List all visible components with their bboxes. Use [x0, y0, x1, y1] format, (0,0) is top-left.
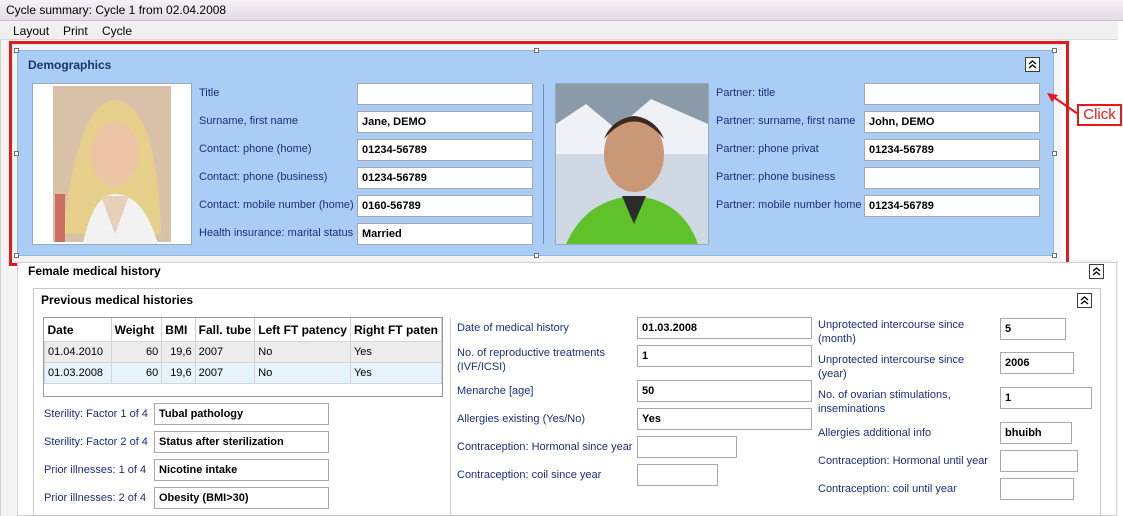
- menarche-field[interactable]: 50: [637, 380, 812, 402]
- col-header-left-ft[interactable]: Left FT patency: [254, 318, 351, 342]
- col-header-right-ft[interactable]: Right FT paten: [350, 318, 442, 342]
- menu-bar: Layout Print Cycle: [0, 21, 1118, 40]
- contraception-coil-until-label: Contraception: coil until year: [818, 483, 957, 495]
- double-chevron-up-icon: [1080, 296, 1089, 305]
- cell-date: 01.03.2008: [44, 362, 112, 384]
- col-header-date[interactable]: Date: [44, 318, 112, 342]
- sterility-factor-1-field[interactable]: Tubal pathology: [154, 403, 329, 425]
- contraception-coil-since-field[interactable]: [637, 464, 718, 486]
- sterility-factor-2-field[interactable]: Status after sterilization: [154, 431, 329, 453]
- intercourse-month-label: Unprotected intercourse since (month): [818, 319, 965, 345]
- intercourse-year-label: Unprotected intercourse since (year): [818, 354, 965, 380]
- cell-left-ft: No: [254, 362, 351, 384]
- highlight-frame: [9, 41, 1069, 266]
- cell-right-ft: Yes: [349, 362, 442, 384]
- table-row[interactable]: 01.04.2010 60 19,6 2007 No Yes: [44, 341, 442, 363]
- contraception-hormonal-until-label: Contraception: Hormonal until year: [818, 455, 988, 467]
- window-titlebar: Cycle summary: Cycle 1 from 02.04.2008: [0, 0, 1123, 21]
- menu-cycle[interactable]: Cycle: [102, 24, 132, 38]
- reproductive-treatments-label: No. of reproductive treatments (IVF/ICSI…: [457, 347, 605, 373]
- double-chevron-up-icon: [1092, 267, 1101, 276]
- contraception-hormonal-since-label: Contraception: Hormonal since year: [457, 441, 633, 453]
- intercourse-year-field[interactable]: 2006: [1000, 352, 1074, 374]
- prior-illness-2-field[interactable]: Obesity (BMI>30): [154, 487, 329, 509]
- cell-right-ft: Yes: [349, 341, 442, 363]
- menu-print[interactable]: Print: [63, 24, 88, 38]
- contraception-coil-since-label: Contraception: coil since year: [457, 469, 602, 481]
- prior-illness-1-label: Prior illnesses: 1 of 4: [44, 464, 147, 476]
- allergies-info-field[interactable]: bhuibh: [1000, 422, 1072, 444]
- contraception-coil-until-field[interactable]: [1000, 478, 1074, 500]
- date-of-history-field[interactable]: 01.03.2008: [637, 317, 812, 339]
- table-row[interactable]: 01.03.2008 60 19,6 2007 No Yes: [44, 362, 442, 384]
- table-header-row: Date Weight BMI Fall. tube Left FT paten…: [44, 318, 442, 342]
- allergies-info-label: Allergies additional info: [818, 427, 932, 439]
- click-callout: Click: [1077, 104, 1122, 126]
- cell-weight: 60: [110, 341, 163, 363]
- sterility-factor-2-label: Sterility: Factor 2 of 4: [44, 436, 148, 448]
- cell-bmi: 19,6: [161, 341, 196, 363]
- allergies-existing-label: Allergies existing (Yes/No): [457, 413, 585, 425]
- ovarian-stimulations-label: No. of ovarian stimulations, inseminatio…: [818, 389, 951, 415]
- menu-layout[interactable]: Layout: [13, 24, 49, 38]
- history-table[interactable]: Date Weight BMI Fall. tube Left FT paten…: [43, 317, 443, 397]
- callout-arrow-icon: [1047, 93, 1079, 115]
- intercourse-month-field[interactable]: 5: [1000, 318, 1066, 340]
- cell-date: 01.04.2010: [44, 341, 112, 363]
- prior-illness-2-label: Prior illnesses: 2 of 4: [44, 492, 147, 504]
- prior-illness-1-field[interactable]: Nicotine intake: [154, 459, 329, 481]
- date-of-history-label: Date of medical history: [457, 322, 569, 334]
- reproductive-treatments-field[interactable]: 1: [637, 345, 812, 367]
- cell-fall-tube: 2007: [194, 362, 256, 384]
- female-history-title: Female medical history: [28, 264, 161, 278]
- column-divider: [450, 318, 451, 516]
- cell-weight: 60: [110, 362, 163, 384]
- sterility-factor-1-label: Sterility: Factor 1 of 4: [44, 408, 148, 420]
- cell-fall-tube: 2007: [194, 341, 256, 363]
- cell-bmi: 19,6: [161, 362, 196, 384]
- allergies-existing-field[interactable]: Yes: [637, 408, 812, 430]
- window-title: Cycle summary: Cycle 1 from 02.04.2008: [6, 3, 227, 17]
- contraception-hormonal-until-field[interactable]: [1000, 450, 1078, 472]
- content-margin: [1061, 40, 1118, 260]
- ovarian-stimulations-field[interactable]: 1: [1000, 387, 1092, 409]
- col-header-weight[interactable]: Weight: [111, 318, 163, 342]
- female-history-collapse-button[interactable]: [1089, 264, 1104, 279]
- cell-left-ft: No: [254, 341, 351, 363]
- previous-histories-collapse-button[interactable]: [1077, 293, 1092, 308]
- menarche-label: Menarche [age]: [457, 385, 534, 397]
- col-header-bmi[interactable]: BMI: [161, 318, 196, 342]
- col-header-fall-tube[interactable]: Fall. tube: [195, 318, 256, 342]
- previous-histories-title: Previous medical histories: [41, 293, 194, 307]
- contraception-hormonal-since-field[interactable]: [637, 436, 737, 458]
